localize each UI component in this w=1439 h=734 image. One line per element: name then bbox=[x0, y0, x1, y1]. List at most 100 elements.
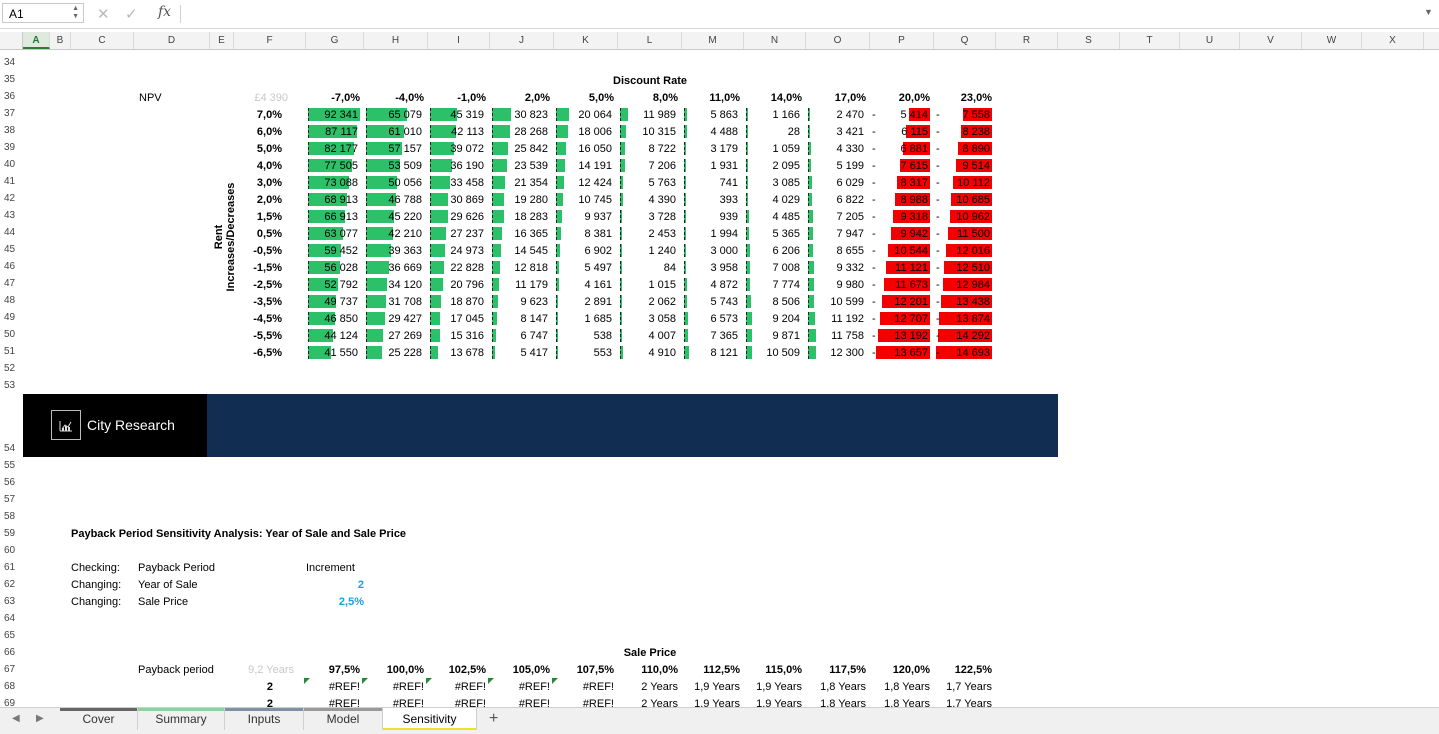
npv-cell[interactable]: 27 269 bbox=[364, 329, 422, 343]
npv-cell[interactable]: 1 240 bbox=[618, 244, 676, 258]
add-sheet-icon[interactable]: + bbox=[489, 710, 498, 728]
payback-cell[interactable]: #REF! bbox=[306, 680, 360, 694]
npv-cell[interactable]: 3 421 bbox=[806, 125, 864, 139]
checking-value[interactable]: Payback Period bbox=[138, 561, 215, 575]
npv-cell[interactable]: 14 292 bbox=[934, 329, 990, 343]
formula-input[interactable] bbox=[190, 7, 1410, 21]
npv-cell[interactable]: 1 015 bbox=[618, 278, 676, 292]
npv-cell[interactable]: 8 238 bbox=[934, 125, 990, 139]
npv-cell[interactable]: 14 545 bbox=[490, 244, 548, 258]
npv-cell[interactable]: 14 693 bbox=[934, 346, 990, 360]
npv-cell[interactable]: 53 509 bbox=[364, 159, 422, 173]
npv-cell[interactable]: 11 192 bbox=[806, 312, 864, 326]
npv-cell[interactable]: 3 000 bbox=[682, 244, 738, 258]
row-header-50[interactable]: 50 bbox=[0, 329, 22, 340]
column-header-e[interactable]: E bbox=[210, 32, 234, 49]
npv-cell[interactable]: 10 599 bbox=[806, 295, 864, 309]
npv-cell[interactable]: 6 747 bbox=[490, 329, 548, 343]
npv-cell[interactable]: 15 316 bbox=[428, 329, 484, 343]
column-header-o[interactable]: O bbox=[806, 32, 870, 49]
npv-cell[interactable]: 28 bbox=[744, 125, 800, 139]
npv-cell[interactable]: 2 453 bbox=[618, 227, 676, 241]
npv-cell[interactable]: 82 177 bbox=[306, 142, 358, 156]
npv-cell[interactable]: 8 317 bbox=[870, 176, 928, 190]
npv-cell[interactable]: 5 417 bbox=[490, 346, 548, 360]
npv-cell[interactable]: 5 863 bbox=[682, 108, 738, 122]
column-header-n[interactable]: N bbox=[744, 32, 806, 49]
column-header-d[interactable]: D bbox=[134, 32, 210, 49]
npv-cell[interactable]: 11 179 bbox=[490, 278, 548, 292]
npv-cell[interactable]: 8 890 bbox=[934, 142, 990, 156]
row-header-66[interactable]: 66 bbox=[0, 647, 22, 658]
npv-cell[interactable]: 11 989 bbox=[618, 108, 676, 122]
column-header-u[interactable]: U bbox=[1180, 32, 1240, 49]
npv-cell[interactable]: 23 539 bbox=[490, 159, 548, 173]
npv-cell[interactable]: 36 669 bbox=[364, 261, 422, 275]
changing-value-price[interactable]: Sale Price bbox=[138, 595, 188, 609]
npv-cell[interactable]: 18 006 bbox=[554, 125, 612, 139]
npv-cell[interactable]: 6 902 bbox=[554, 244, 612, 258]
npv-cell[interactable]: 46 788 bbox=[364, 193, 422, 207]
row-header-54[interactable]: 54 bbox=[0, 443, 22, 454]
npv-cell[interactable]: 4 390 bbox=[618, 193, 676, 207]
npv-cell[interactable]: 9 942 bbox=[870, 227, 928, 241]
npv-cell[interactable]: 12 016 bbox=[934, 244, 990, 258]
npv-cell[interactable]: 4 330 bbox=[806, 142, 864, 156]
npv-cell[interactable]: 538 bbox=[554, 329, 612, 343]
column-header-r[interactable]: R bbox=[996, 32, 1058, 49]
npv-cell[interactable]: 13 192 bbox=[870, 329, 928, 343]
npv-cell[interactable]: 10 112 bbox=[934, 176, 990, 190]
row-header-53[interactable]: 53 bbox=[0, 380, 22, 391]
npv-cell[interactable]: 52 792 bbox=[306, 278, 358, 292]
npv-cell[interactable]: 7 615 bbox=[870, 159, 928, 173]
npv-cell[interactable]: 3 728 bbox=[618, 210, 676, 224]
npv-cell[interactable]: 20 796 bbox=[428, 278, 484, 292]
npv-cell[interactable]: 12 510 bbox=[934, 261, 990, 275]
npv-cell[interactable]: 9 937 bbox=[554, 210, 612, 224]
npv-cell[interactable]: 7 947 bbox=[806, 227, 864, 241]
npv-cell[interactable]: 1 059 bbox=[744, 142, 800, 156]
npv-cell[interactable]: 1 994 bbox=[682, 227, 738, 241]
npv-cell[interactable]: 3 179 bbox=[682, 142, 738, 156]
npv-cell[interactable]: 1 685 bbox=[554, 312, 612, 326]
npv-cell[interactable]: 30 823 bbox=[490, 108, 548, 122]
npv-cell[interactable]: 2 062 bbox=[618, 295, 676, 309]
npv-cell[interactable]: 13 657 bbox=[870, 346, 928, 360]
row-header-60[interactable]: 60 bbox=[0, 545, 22, 556]
row-header-35[interactable]: 35 bbox=[0, 74, 22, 85]
row-header-49[interactable]: 49 bbox=[0, 312, 22, 323]
npv-cell[interactable]: 6 573 bbox=[682, 312, 738, 326]
npv-cell[interactable]: 6 029 bbox=[806, 176, 864, 190]
column-header-s[interactable]: S bbox=[1058, 32, 1120, 49]
npv-cell[interactable]: 9 318 bbox=[870, 210, 928, 224]
npv-cell[interactable]: 12 818 bbox=[490, 261, 548, 275]
row-header-43[interactable]: 43 bbox=[0, 210, 22, 221]
row-header-55[interactable]: 55 bbox=[0, 460, 22, 471]
npv-cell[interactable]: 36 190 bbox=[428, 159, 484, 173]
npv-cell[interactable]: 16 050 bbox=[554, 142, 612, 156]
npv-cell[interactable]: 57 157 bbox=[364, 142, 422, 156]
npv-cell[interactable]: 2 095 bbox=[744, 159, 800, 173]
sheet-tab-inputs[interactable]: Inputs bbox=[225, 708, 304, 730]
npv-cell[interactable]: 9 871 bbox=[744, 329, 800, 343]
row-header-58[interactable]: 58 bbox=[0, 511, 22, 522]
npv-cell[interactable]: 7 205 bbox=[806, 210, 864, 224]
npv-cell[interactable]: 29 427 bbox=[364, 312, 422, 326]
npv-cell[interactable]: 22 828 bbox=[428, 261, 484, 275]
npv-cell[interactable]: 11 673 bbox=[870, 278, 928, 292]
npv-cell[interactable]: 3 085 bbox=[744, 176, 800, 190]
npv-cell[interactable]: 42 210 bbox=[364, 227, 422, 241]
row-header-36[interactable]: 36 bbox=[0, 91, 22, 102]
npv-cell[interactable]: 2 891 bbox=[554, 295, 612, 309]
row-header-52[interactable]: 52 bbox=[0, 363, 22, 374]
column-header-m[interactable]: M bbox=[682, 32, 744, 49]
name-box[interactable]: A1 ▲ ▼ bbox=[2, 3, 84, 23]
row-header-47[interactable]: 47 bbox=[0, 278, 22, 289]
npv-cell[interactable]: 5 365 bbox=[744, 227, 800, 241]
row-header-45[interactable]: 45 bbox=[0, 244, 22, 255]
npv-cell[interactable]: 63 077 bbox=[306, 227, 358, 241]
payback-cell[interactable]: 2 Years bbox=[618, 680, 678, 694]
column-header-v[interactable]: V bbox=[1240, 32, 1302, 49]
npv-cell[interactable]: 393 bbox=[682, 193, 738, 207]
npv-cell[interactable]: 12 424 bbox=[554, 176, 612, 190]
